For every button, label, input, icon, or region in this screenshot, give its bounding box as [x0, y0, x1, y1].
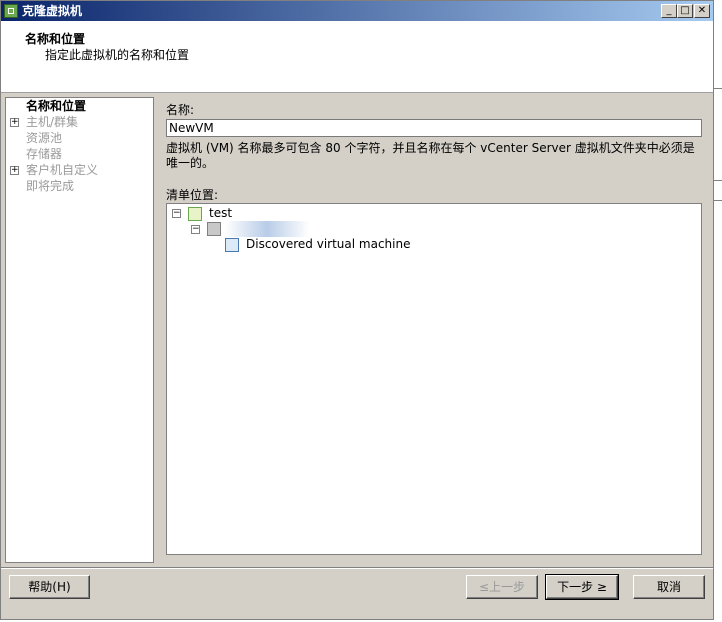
minimize-button[interactable]: _ [661, 4, 677, 18]
tree-node-discovered-vm[interactable]: Discovered virtual machine [246, 237, 410, 251]
inventory-location-label: 清单位置: [166, 188, 219, 202]
back-button[interactable]: ≤上一步 [466, 575, 538, 599]
title-bar[interactable]: 克隆虚拟机 _ □ ✕ [1, 1, 713, 21]
step-resource-pool: 资源池 [26, 131, 63, 145]
step-guest-customization: 客户机自定义 [26, 163, 99, 177]
step-host-cluster: 主机/群集 [26, 115, 79, 129]
edge-line [714, 88, 722, 89]
help-button[interactable]: 帮助(H) [9, 575, 90, 599]
wizard-content: 名称: 虚拟机 (VM) 名称最多可包含 80 个字符，并且名称在每个 vCen… [159, 97, 711, 563]
wizard-header: 名称和位置 指定此虚拟机的名称和位置 [1, 21, 713, 93]
vsphere-clone-icon [4, 4, 18, 18]
maximize-button[interactable]: □ [677, 4, 693, 18]
name-hint-text: 虚拟机 (VM) 名称最多可包含 80 个字符，并且名称在每个 vCenter … [166, 141, 695, 170]
background-window-edge [714, 0, 722, 622]
next-button[interactable]: 下一步 ≥ [545, 574, 619, 600]
vm-folder-icon [225, 238, 239, 252]
footer-divider [1, 567, 713, 569]
edge-line [714, 180, 722, 181]
page-title: 名称和位置 [25, 32, 86, 46]
step-storage: 存储器 [26, 147, 63, 161]
inventory-tree[interactable]: − test − Discovered virtual machine [166, 203, 702, 555]
clone-vm-dialog: 克隆虚拟机 _ □ ✕ 名称和位置 指定此虚拟机的名称和位置 名称和位置 + 主… [0, 0, 714, 620]
cancel-button[interactable]: 取消 [633, 575, 705, 599]
expand-plus-icon[interactable]: + [10, 166, 19, 175]
page-subtitle: 指定此虚拟机的名称和位置 [45, 48, 190, 62]
collapse-minus-icon[interactable]: − [191, 225, 200, 234]
datacenter-icon [188, 207, 202, 221]
edge-line [714, 200, 722, 201]
window-title: 克隆虚拟机 [22, 4, 83, 18]
host-cluster-icon [207, 222, 221, 236]
vm-name-input[interactable] [166, 119, 702, 137]
step-ready-to-complete: 即将完成 [26, 179, 75, 193]
expand-plus-icon[interactable]: + [10, 118, 19, 127]
step-name-location[interactable]: 名称和位置 [26, 99, 86, 114]
collapse-minus-icon[interactable]: − [172, 209, 181, 218]
name-label: 名称: [166, 103, 195, 117]
close-button[interactable]: ✕ [694, 4, 710, 18]
tree-node-redacted-host[interactable] [225, 221, 309, 237]
tree-node-test[interactable]: test [209, 206, 232, 220]
wizard-steps-panel: 名称和位置 + 主机/群集 资源池 存储器 + 客户机自定义 即将完成 [5, 97, 154, 563]
